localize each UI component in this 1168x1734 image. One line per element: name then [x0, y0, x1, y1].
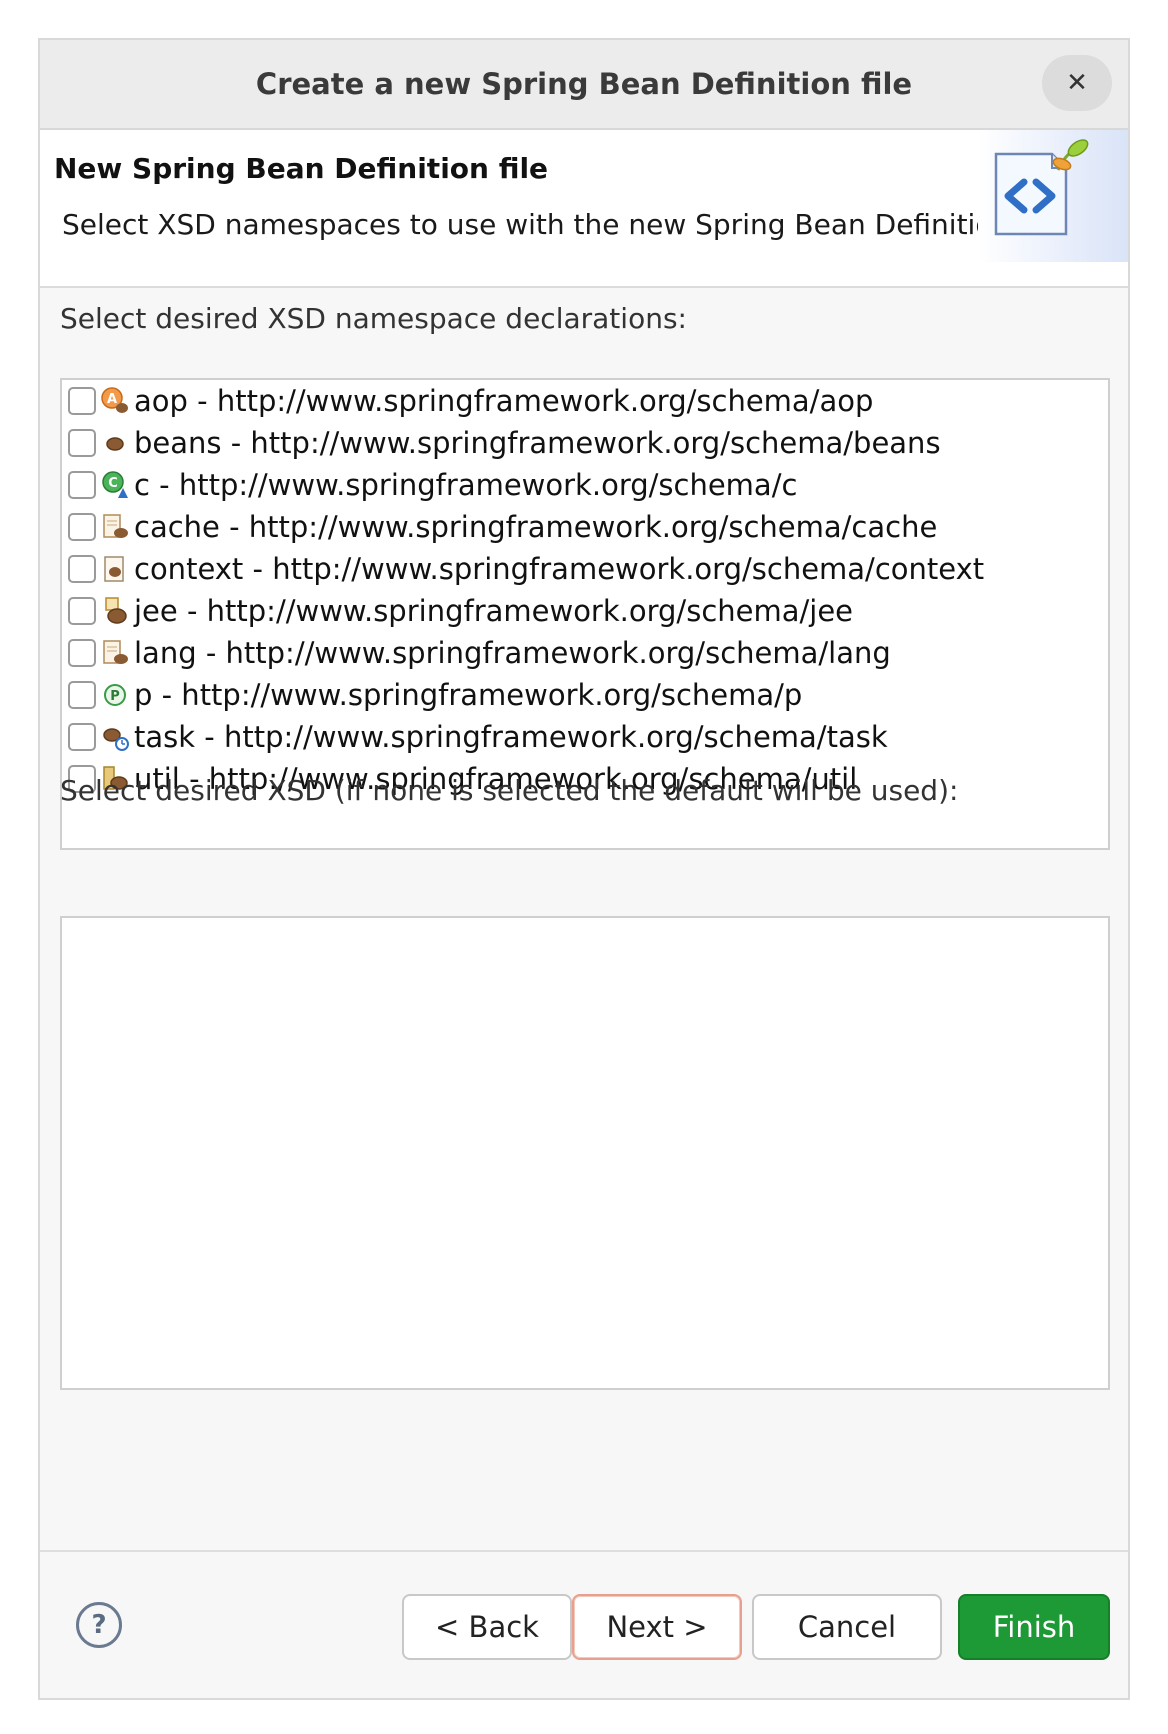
cache-icon — [100, 512, 130, 542]
wizard-header: New Spring Bean Definition file Select X… — [40, 130, 1128, 288]
help-button[interactable]: ? — [76, 1602, 122, 1648]
checkbox[interactable] — [68, 723, 96, 751]
dialog-title: Create a new Spring Bean Definition file — [255, 67, 913, 101]
namespace-label: jee - http://www.springframework.org/sch… — [134, 594, 854, 628]
xsd-list-label: Select desired XSD (if none is selected … — [60, 774, 959, 807]
checkbox[interactable] — [68, 429, 96, 457]
wizard-page-title: New Spring Bean Definition file — [54, 152, 549, 185]
wizard-page-description: Select XSD namespaces to use with the ne… — [62, 208, 1011, 241]
checkbox[interactable] — [68, 597, 96, 625]
list-item[interactable]: P p - http://www.springframework.org/sch… — [68, 674, 802, 716]
aop-icon: A — [100, 386, 130, 416]
close-icon: ✕ — [1066, 68, 1088, 98]
namespace-list-label: Select desired XSD namespace declaration… — [60, 302, 687, 335]
checkbox[interactable] — [68, 639, 96, 667]
list-item[interactable]: context - http://www.springframework.org… — [68, 548, 984, 590]
help-icon: ? — [91, 1610, 107, 1640]
context-icon — [100, 554, 130, 584]
checkbox[interactable] — [68, 513, 96, 541]
list-item[interactable]: beans - http://www.springframework.org/s… — [68, 422, 941, 464]
list-item[interactable]: task - http://www.springframework.org/sc… — [68, 716, 888, 758]
list-item[interactable]: cache - http://www.springframework.org/s… — [68, 506, 937, 548]
finish-button[interactable]: Finish — [958, 1594, 1110, 1660]
namespace-label: aop - http://www.springframework.org/sch… — [134, 384, 874, 418]
namespace-label: task - http://www.springframework.org/sc… — [134, 720, 888, 754]
jee-icon — [100, 596, 130, 626]
beans-icon — [100, 428, 130, 458]
list-item[interactable]: jee - http://www.springframework.org/sch… — [68, 590, 853, 632]
footer-divider — [40, 1550, 1128, 1552]
checkbox[interactable] — [68, 681, 96, 709]
spring-bean-file-icon — [994, 139, 1089, 236]
dialog-window: Create a new Spring Bean Definition file… — [38, 38, 1130, 1700]
close-button[interactable]: ✕ — [1042, 55, 1112, 111]
list-item[interactable]: C c - http://www.springframework.org/sch… — [68, 464, 797, 506]
namespace-label: p - http://www.springframework.org/schem… — [134, 678, 803, 712]
c-namespace-icon: C — [100, 470, 130, 500]
lang-icon — [100, 638, 130, 668]
checkbox[interactable] — [68, 555, 96, 583]
list-item[interactable]: lang - http://www.springframework.org/sc… — [68, 632, 891, 674]
p-namespace-icon: P — [100, 680, 130, 710]
svg-text:P: P — [110, 689, 120, 704]
wizard-banner — [978, 130, 1128, 262]
title-bar: Create a new Spring Bean Definition file… — [40, 40, 1128, 130]
namespace-label: beans - http://www.springframework.org/s… — [134, 426, 941, 460]
next-button[interactable]: Next > — [572, 1594, 742, 1660]
task-icon — [100, 722, 130, 752]
namespace-label: lang - http://www.springframework.org/sc… — [134, 636, 891, 670]
xsd-list[interactable] — [60, 916, 1110, 1390]
namespace-label: context - http://www.springframework.org… — [134, 552, 985, 586]
namespace-label: c - http://www.springframework.org/schem… — [134, 468, 798, 502]
checkbox[interactable] — [68, 471, 96, 499]
svg-text:A: A — [107, 392, 117, 407]
back-button[interactable]: < Back — [402, 1594, 572, 1660]
list-item[interactable]: A aop - http://www.springframework.org/s… — [68, 380, 873, 422]
cancel-button[interactable]: Cancel — [752, 1594, 942, 1660]
svg-text:C: C — [108, 476, 118, 491]
checkbox[interactable] — [68, 387, 96, 415]
namespace-label: cache - http://www.springframework.org/s… — [134, 510, 938, 544]
